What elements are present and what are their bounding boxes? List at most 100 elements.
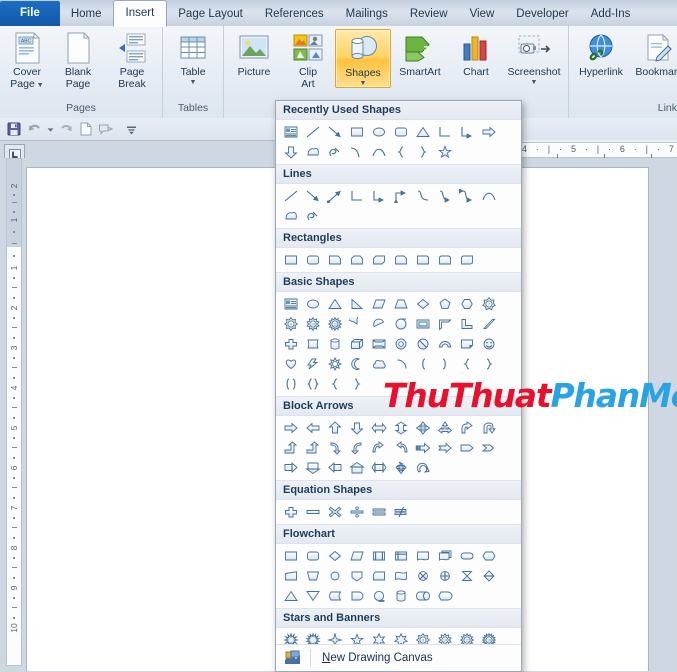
shape-teardrop[interactable] bbox=[390, 314, 412, 334]
shape-recent-oval[interactable] bbox=[368, 122, 390, 142]
shape-pie[interactable] bbox=[346, 314, 368, 334]
shape-hexagon[interactable] bbox=[456, 294, 478, 314]
shape-frame[interactable] bbox=[412, 314, 434, 334]
shape-round-diagonal-corner-rectangle[interactable] bbox=[456, 250, 478, 270]
shape-trapezoid[interactable] bbox=[390, 294, 412, 314]
shape-recent-right-brace[interactable] bbox=[412, 142, 434, 162]
shape-recent-triangle[interactable] bbox=[412, 122, 434, 142]
shape-flowchart-merge[interactable] bbox=[302, 586, 324, 606]
shape-recent-down-arrow[interactable] bbox=[280, 142, 302, 162]
shape-snip-single-corner-rectangle[interactable] bbox=[324, 250, 346, 270]
shape-line-double-arrow[interactable] bbox=[324, 186, 346, 206]
screenshot-button[interactable]: Screenshot ▼ bbox=[503, 29, 565, 86]
shape-pentagon-arrow[interactable] bbox=[456, 438, 478, 458]
shape-curved-connector[interactable] bbox=[412, 186, 434, 206]
chevron-down-icon[interactable]: ▼ bbox=[531, 79, 538, 86]
shape-flowchart-connector[interactable] bbox=[324, 566, 346, 586]
shape-left-right-arrow-callout[interactable] bbox=[368, 458, 390, 478]
tab-mailings[interactable]: Mailings bbox=[335, 2, 399, 26]
shape-down-arrow-callout[interactable] bbox=[302, 458, 324, 478]
shape-can[interactable] bbox=[324, 334, 346, 354]
shape-u-turn-arrow[interactable] bbox=[478, 418, 500, 438]
chevron-down-icon[interactable]: ▼ bbox=[190, 79, 197, 86]
page-break-button[interactable]: Page Break bbox=[105, 29, 159, 90]
shape-left-arrow[interactable] bbox=[302, 418, 324, 438]
shape-snip-same-side-corner-rectangle[interactable] bbox=[346, 250, 368, 270]
shape-right-bracket[interactable] bbox=[434, 354, 456, 374]
shape-multiply[interactable] bbox=[324, 502, 346, 522]
shape-curved-arrow-connector[interactable] bbox=[434, 186, 456, 206]
shape-up-arrow-callout[interactable] bbox=[346, 458, 368, 478]
hyperlink-button[interactable]: Hyperlink bbox=[572, 29, 630, 79]
shape-recent-right-arrow[interactable] bbox=[478, 122, 500, 142]
shape-right-brace[interactable] bbox=[478, 354, 500, 374]
shape-left-arrow-callout[interactable] bbox=[324, 458, 346, 478]
shape-flowchart-summing-junction[interactable] bbox=[412, 566, 434, 586]
shape-arc[interactable] bbox=[390, 354, 412, 374]
shape-minus[interactable] bbox=[302, 502, 324, 522]
tab-references[interactable]: References bbox=[254, 2, 335, 26]
shape-rounded-rectangle[interactable] bbox=[302, 250, 324, 270]
shape-up-arrow[interactable] bbox=[324, 418, 346, 438]
shape-equal[interactable] bbox=[368, 502, 390, 522]
shape-right-triangle[interactable] bbox=[346, 294, 368, 314]
undo-icon[interactable] bbox=[24, 120, 44, 138]
redo-icon[interactable] bbox=[56, 120, 76, 138]
shape-flowchart-alternate-process[interactable] bbox=[302, 546, 324, 566]
shape-notched-right-arrow[interactable] bbox=[434, 438, 456, 458]
shape-curly-right[interactable] bbox=[346, 374, 368, 394]
tab-review[interactable]: Review bbox=[399, 2, 459, 26]
shape-l-shape[interactable] bbox=[456, 314, 478, 334]
clip-art-button[interactable]: Clip Art bbox=[281, 29, 335, 90]
shape-sun[interactable] bbox=[324, 354, 346, 374]
shape-curved-double-arrow-connector[interactable] bbox=[456, 186, 478, 206]
shape-round-single-corner-rectangle[interactable] bbox=[412, 250, 434, 270]
shape-line[interactable] bbox=[280, 186, 302, 206]
shape-decagon[interactable]: 10 bbox=[302, 314, 324, 334]
shape-snip-diagonal-corner-rectangle[interactable] bbox=[368, 250, 390, 270]
horizontal-ruler[interactable]: 4 · | · 5 · | · 6 · | · 7 · | · 8 bbox=[519, 140, 677, 159]
shape-curved-up-arrow[interactable] bbox=[368, 438, 390, 458]
shape-circular-arrow[interactable] bbox=[412, 458, 434, 478]
shape-heart[interactable] bbox=[280, 354, 302, 374]
shape-diagonal-stripe[interactable] bbox=[478, 314, 500, 334]
shape-cube[interactable] bbox=[346, 334, 368, 354]
shape-cloud[interactable] bbox=[368, 354, 390, 374]
shape-flowchart-punched-tape[interactable] bbox=[390, 566, 412, 586]
shape-flowchart-collate[interactable] bbox=[456, 566, 478, 586]
save-icon[interactable] bbox=[4, 120, 24, 138]
chevron-down-icon[interactable]: ▼ bbox=[35, 82, 44, 89]
tab-file[interactable]: File bbox=[0, 1, 60, 26]
shape-flowchart-or[interactable] bbox=[434, 566, 456, 586]
shape-left-right-up-arrow[interactable] bbox=[434, 418, 456, 438]
shape-recent-rounded-rectangle[interactable] bbox=[390, 122, 412, 142]
shape-plus[interactable] bbox=[280, 502, 302, 522]
shape-flowchart-process[interactable] bbox=[280, 546, 302, 566]
shape-left-brace[interactable] bbox=[456, 354, 478, 374]
shape-round-same-side-corner-rectangle[interactable] bbox=[434, 250, 456, 270]
shape-plaque[interactable] bbox=[302, 334, 324, 354]
shape-octagon[interactable]: 8 bbox=[280, 314, 302, 334]
chevron-down-icon[interactable]: ▼ bbox=[360, 80, 367, 87]
shape-bent-arrow[interactable] bbox=[456, 418, 478, 438]
shape-recent-arrow[interactable] bbox=[324, 122, 346, 142]
shape-left-bracket[interactable] bbox=[412, 354, 434, 374]
shape-flowchart-decision[interactable] bbox=[324, 546, 346, 566]
shape-rectangle[interactable] bbox=[280, 250, 302, 270]
shape-no-symbol[interactable] bbox=[412, 334, 434, 354]
chart-button[interactable]: Chart bbox=[449, 29, 503, 79]
shape-text-box[interactable] bbox=[280, 294, 302, 314]
shape-flowchart-extract[interactable] bbox=[280, 586, 302, 606]
shape-flowchart-display[interactable] bbox=[434, 586, 456, 606]
shape-left-right-arrow[interactable] bbox=[368, 418, 390, 438]
tab-insert[interactable]: Insert bbox=[112, 0, 168, 27]
shape-flowchart-preparation[interactable] bbox=[478, 546, 500, 566]
shape-chord[interactable] bbox=[368, 314, 390, 334]
new-drawing-canvas-item[interactable]: New Drawing Canvas bbox=[276, 644, 521, 671]
shape-recent-arc-curve[interactable] bbox=[368, 142, 390, 162]
tab-view[interactable]: View bbox=[459, 2, 506, 26]
shape-curve[interactable] bbox=[478, 186, 500, 206]
shape-recent-line[interactable] bbox=[302, 122, 324, 142]
shape-flowchart-stored-data[interactable] bbox=[324, 586, 346, 606]
shape-quad-arrow[interactable] bbox=[412, 418, 434, 438]
